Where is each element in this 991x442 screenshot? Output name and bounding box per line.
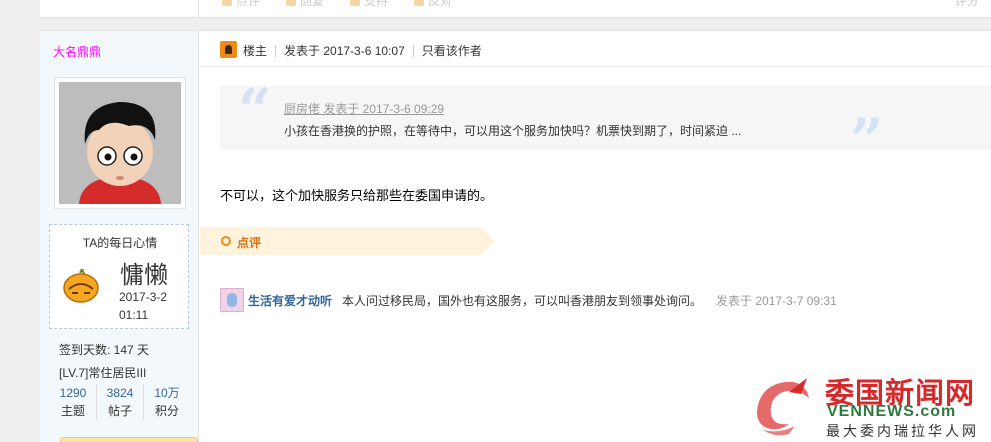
avatar-image xyxy=(59,82,181,204)
stat-posts[interactable]: 3824 帖子 xyxy=(97,384,144,420)
mood-word: 慵懒 xyxy=(120,261,168,289)
post-time: 发表于 2017-3-6 10:07 xyxy=(284,44,405,58)
dragon-logo-icon xyxy=(757,378,809,436)
post-message: 不可以，这个加快服务只给那些在委国申请的。 xyxy=(220,188,494,203)
prev-support-link[interactable]: 支持 xyxy=(350,0,388,9)
prev-reply-link[interactable]: 回复 xyxy=(286,0,324,9)
comment-icon xyxy=(222,0,232,6)
thumbs-down-icon xyxy=(414,0,425,6)
medal-strip xyxy=(60,437,198,442)
user-level[interactable]: [LV.7]常住居民III xyxy=(59,364,146,381)
watermark-tagline: 最大委内瑞拉华人网 xyxy=(826,423,979,439)
stat-value: 3824 xyxy=(106,386,134,400)
user-icon xyxy=(220,41,237,58)
comment-time: 发表于 2017-3-7 09:31 xyxy=(716,293,837,308)
open-quote-icon: “ xyxy=(238,76,272,144)
post-meta: 楼主 发表于 2017-3-6 10:07 只看该作者 xyxy=(243,42,482,59)
divider xyxy=(412,44,414,57)
only-author-link[interactable]: 只看该作者 xyxy=(422,42,482,59)
cartoon-boy-icon xyxy=(59,82,181,204)
divider xyxy=(198,0,199,17)
author-username[interactable]: 大名鼎鼎 xyxy=(53,43,101,60)
stat-value: 10万 xyxy=(154,386,180,400)
quote-author-link[interactable]: 厨房佬 发表于 2017-3-6 09:29 xyxy=(284,100,444,117)
lazy-mood-icon xyxy=(63,266,99,303)
prev-score-link[interactable]: 评分 xyxy=(955,0,979,9)
stat-credits[interactable]: 10万 积分 xyxy=(144,384,190,420)
comment-tab-label: 点评 xyxy=(237,236,262,250)
comment-tab[interactable]: 点评 xyxy=(200,227,495,255)
author-sidebar: 大名鼎鼎 TA的每日心情 慵懒 2017-3-2 01:11 签到天数: 147… xyxy=(40,31,199,442)
stat-label: 主题 xyxy=(60,404,85,418)
stat-label: 帖子 xyxy=(107,404,132,418)
signin-days: 签到天数: 147 天 xyxy=(59,343,150,357)
avatar[interactable] xyxy=(54,77,186,209)
post-header: 楼主 发表于 2017-3-6 10:07 只看该作者 xyxy=(200,31,991,67)
circle-icon xyxy=(221,236,231,246)
comment-item: 生活有爱才动听 本人问过移民局，国外也有这服务，可以叫香港朋友到领事处询问。 发… xyxy=(220,288,837,312)
prev-rate-link[interactable]: 点评 xyxy=(222,0,260,9)
site-watermark: 委国新闻网 VENNEWS.com 最大委内瑞拉华人网 xyxy=(749,370,991,442)
author-stats: 1290 主题 3824 帖子 10万 积分 xyxy=(50,384,190,420)
divider xyxy=(275,44,277,57)
stat-value: 1290 xyxy=(59,386,87,400)
quote-block: “ 厨房佬 发表于 2017-3-6 09:29 小孩在香港换的护照，在等待中，… xyxy=(220,80,991,170)
stat-topics[interactable]: 1290 主题 xyxy=(50,384,97,420)
thumbs-up-icon xyxy=(350,0,361,6)
floor-label: 楼主 xyxy=(243,44,268,58)
prev-oppose-link[interactable]: 反对 xyxy=(414,0,452,9)
commenter-name[interactable]: 生活有爱才动听 xyxy=(248,292,332,309)
stat-label: 积分 xyxy=(154,404,179,418)
mood-title: TA的每日心情 xyxy=(82,236,158,250)
close-quote-icon: ” xyxy=(850,106,884,174)
previous-post-footer: 点评 回复 支持 反对 评分 xyxy=(40,0,991,18)
commenter-avatar[interactable] xyxy=(220,288,244,312)
mood-date: 2017-3-2 01:11 xyxy=(119,290,168,322)
comment-text: 本人问过移民局，国外也有这服务，可以叫香港朋友到领事处询问。 xyxy=(342,293,703,308)
watermark-url: VENNEWS.com xyxy=(827,403,957,420)
daily-mood-box: TA的每日心情 慵懒 2017-3-2 01:11 xyxy=(49,224,189,329)
reply-icon xyxy=(286,0,297,6)
quote-text: 小孩在香港换的护照，在等待中，可以用这个服务加快吗？机票快到期了，时间紧迫 ..… xyxy=(284,124,742,138)
previous-post-actions: 点评 回复 支持 反对 xyxy=(222,0,452,9)
